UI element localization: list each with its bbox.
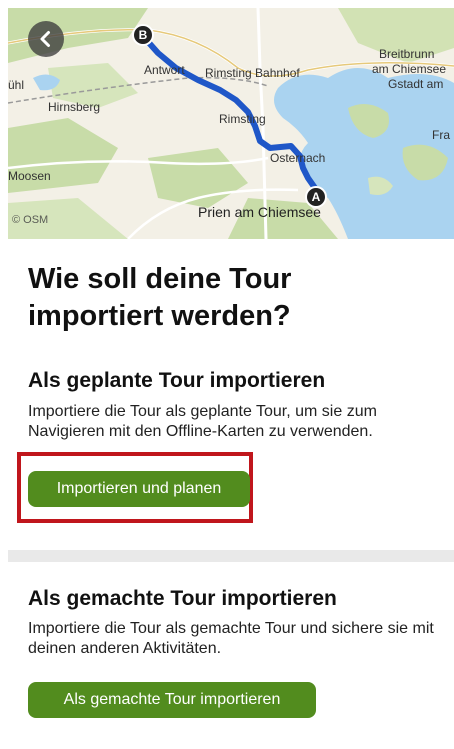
osm-attribution: © OSM — [12, 214, 49, 226]
planned-tour-description: Importiere die Tour als geplante Tour, u… — [28, 403, 377, 440]
map-label-breitbrunn: Breitbrunn — [379, 47, 435, 61]
map-label-osternach: Osternach — [270, 151, 326, 165]
map-label-rimsting-bahnhof: Rimsting Bahnhof — [205, 66, 300, 80]
map-label-prien: Prien am Chiemsee — [198, 204, 321, 220]
chevron-left-icon — [40, 31, 50, 47]
completed-tour-description: Importiere die Tour als gemachte Tour un… — [28, 620, 434, 657]
map-label-gstadt: Gstadt am — [388, 77, 444, 91]
map-label-fra: Fra — [432, 128, 450, 142]
planned-tour-title: Als geplante Tour importieren — [28, 369, 326, 392]
import-and-plan-button[interactable]: Importieren und planen — [28, 471, 250, 507]
map-label-antwort: Antwort — [144, 63, 185, 77]
map-label-rimsting: Rimsting — [219, 112, 266, 126]
completed-tour-title: Als gemachte Tour importieren — [28, 587, 337, 610]
back-button[interactable] — [28, 21, 64, 57]
map-label-hirnsberg: Hirnsberg — [48, 100, 101, 114]
section-divider — [8, 550, 454, 562]
route-map[interactable]: ühl Antwort Rimsting Bahnhof Breitbrunn … — [8, 8, 454, 239]
map-label-am-chiemsee: am Chiemsee — [372, 62, 447, 76]
page-title: Wie soll deine Tour importiert werden? — [28, 263, 292, 332]
route-end-marker: B — [132, 24, 154, 46]
map-label-uhl: ühl — [8, 78, 25, 92]
import-as-completed-button[interactable]: Als gemachte Tour importieren — [28, 682, 316, 718]
route-start-marker: A — [305, 186, 327, 208]
import-screen: ühl Antwort Rimsting Bahnhof Breitbrunn … — [8, 8, 454, 749]
map-label-moosen: Moosen — [8, 169, 51, 183]
